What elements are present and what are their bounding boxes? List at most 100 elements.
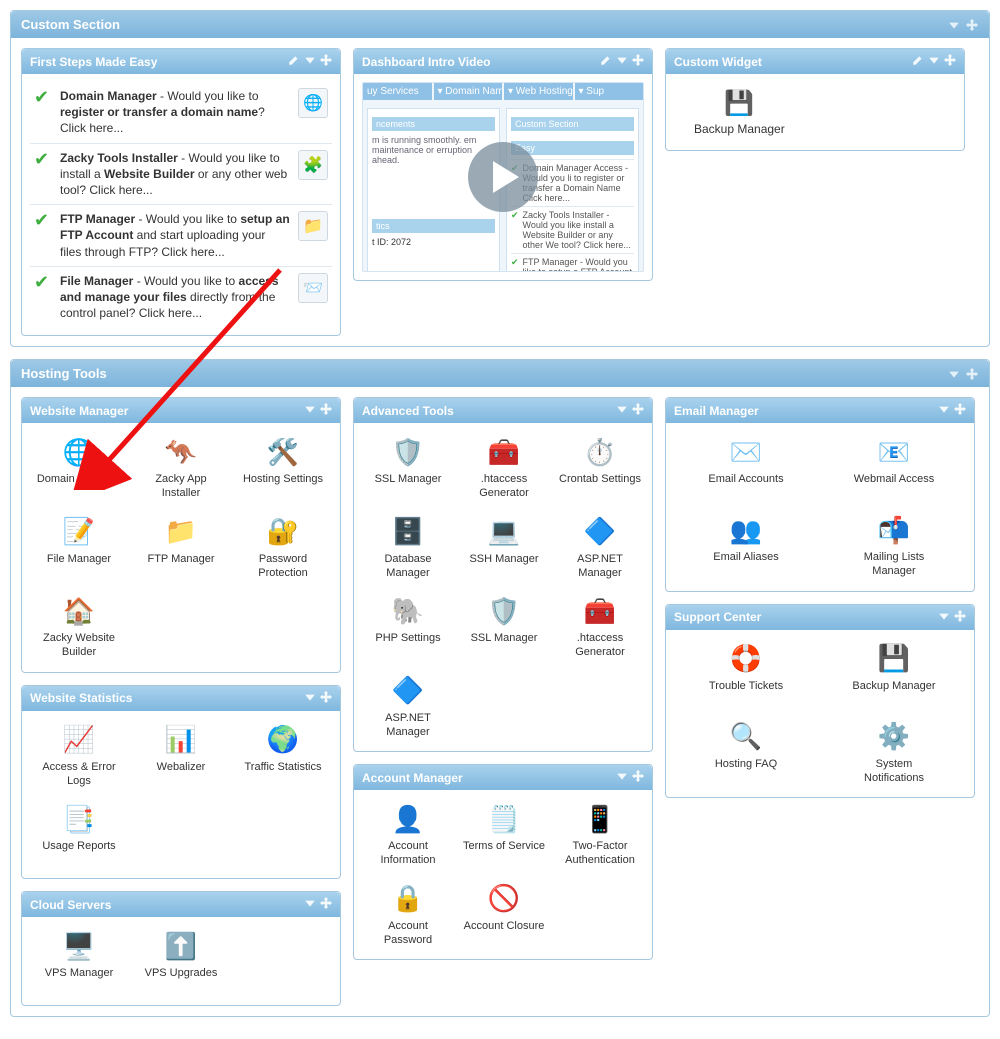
move-icon[interactable] — [632, 54, 644, 69]
email-accounts-tool[interactable]: ✉️Email Accounts — [700, 431, 792, 503]
files-icon: 📨 — [298, 273, 328, 303]
usage-reports-tool[interactable]: 📑Usage Reports — [33, 798, 125, 870]
collapse-icon[interactable] — [938, 403, 950, 418]
hosting-tools-header: Hosting Tools — [11, 360, 989, 387]
collapse-icon[interactable] — [304, 691, 316, 706]
move-icon[interactable] — [632, 770, 644, 785]
terms-of-service-tool[interactable]: 🗒️Terms of Service — [458, 798, 550, 872]
video-tab: uy Services — [363, 83, 432, 100]
gear-alert-icon: ⚙️ — [876, 720, 912, 754]
php-icon: 🐘 — [390, 594, 426, 628]
domain-manager-tool[interactable]: 🌐Domain Manager — [33, 431, 125, 505]
email-aliases-tool[interactable]: 👥Email Aliases — [700, 509, 792, 583]
two-factor-authentication-tool[interactable]: 📱Two-Factor Authentication — [554, 798, 646, 872]
custom-widget-header: Custom Widget — [666, 49, 964, 74]
hosting-settings-tool[interactable]: 🛠️Hosting Settings — [237, 431, 329, 505]
tool-label: Account Password — [364, 920, 452, 948]
bar-chart-icon: 📊 — [163, 723, 199, 757]
tool-label: Password Protection — [239, 553, 327, 581]
collapse-icon[interactable] — [928, 54, 940, 69]
edit-icon[interactable] — [912, 54, 924, 69]
envelope-open-icon: 📧 — [876, 435, 912, 469]
edit-icon[interactable] — [600, 54, 612, 69]
tool-label: Zacky App Installer — [137, 473, 225, 501]
collapse-icon[interactable] — [304, 403, 316, 418]
first-step-item[interactable]: ✔FTP Manager - Would you like to setup a… — [30, 204, 332, 266]
ssl-manager-tool[interactable]: 🛡️SSL Manager — [362, 431, 454, 505]
tool-label: Crontab Settings — [559, 473, 641, 499]
access-error-logs-tool[interactable]: 📈Access & Error Logs — [33, 719, 125, 793]
backup-manager-label: Backup Manager — [694, 122, 785, 136]
safe-icon: 🧰 — [486, 435, 522, 469]
tool-label: FTP Manager — [147, 553, 214, 579]
system-notifications-tool[interactable]: ⚙️System Notifications — [848, 716, 940, 790]
move-icon[interactable] — [320, 897, 332, 912]
email-manager-title: Email Manager — [674, 404, 759, 418]
collapse-icon[interactable] — [616, 54, 628, 69]
tool-label: Webalizer — [157, 761, 206, 787]
collapse-icon[interactable] — [304, 54, 316, 69]
move-icon[interactable] — [954, 610, 966, 625]
website-statistics-panel: Website Statistics 📈Access & Error Logs📊… — [21, 685, 341, 880]
-htaccess-generator-tool[interactable]: 🧰.htaccess Generator — [458, 431, 550, 505]
ftp-manager-tool[interactable]: 📁FTP Manager — [135, 511, 227, 585]
collapse-icon[interactable] — [938, 610, 950, 625]
website-statistics-title: Website Statistics — [30, 691, 132, 705]
move-icon[interactable] — [965, 18, 979, 32]
check-icon: ✔ — [34, 150, 52, 168]
move-icon[interactable] — [944, 54, 956, 69]
tool-label: Database Manager — [364, 553, 452, 581]
first-step-item[interactable]: ✔File Manager - Would you like to access… — [30, 266, 332, 328]
zacky-website-builder-tool[interactable]: 🏠Zacky Website Builder — [33, 590, 125, 664]
account-information-tool[interactable]: 👤Account Information — [362, 798, 454, 872]
webalizer-tool[interactable]: 📊 Webalizer — [135, 719, 227, 793]
account-password-tool[interactable]: 🔒Account Password — [362, 878, 454, 952]
vps-upgrades-tool[interactable]: ⬆️VPS Upgrades — [135, 925, 227, 997]
php-settings-tool[interactable]: 🐘PHP Settings — [362, 590, 454, 664]
hosting-faq-tool[interactable]: 🔍Hosting FAQ — [700, 716, 792, 790]
check-icon: ✔ — [34, 211, 52, 229]
ssh-manager-tool[interactable]: 💻SSH Manager — [458, 511, 550, 585]
backup-manager-widget[interactable]: 💾 Backup Manager — [674, 82, 805, 142]
file-manager-tool[interactable]: 📝File Manager — [33, 511, 125, 585]
envelope-list-icon: 📬 — [876, 513, 912, 547]
terminal-icon: 💻 — [486, 515, 522, 549]
file-pencil-icon: 📝 — [61, 515, 97, 549]
move-icon[interactable] — [320, 54, 332, 69]
-htaccess-generator-tool[interactable]: 🧰.htaccess Generator — [554, 590, 646, 664]
password-protection-tool[interactable]: 🔐Password Protection — [237, 511, 329, 585]
ssl-manager-tool[interactable]: 🛡️SSL Manager — [458, 590, 550, 664]
move-icon[interactable] — [965, 367, 979, 381]
collapse-icon[interactable] — [304, 897, 316, 912]
trouble-tickets-tool[interactable]: 🛟Trouble Tickets — [700, 638, 792, 710]
asp-net-manager-tool[interactable]: 🔷ASP.NET Manager — [554, 511, 646, 585]
video-preview[interactable]: uy Services▾ Domain Names▾ Web Hosting▾ … — [362, 82, 644, 272]
crontab-settings-tool[interactable]: ⏱️Crontab Settings — [554, 431, 646, 505]
collapse-icon[interactable] — [947, 18, 961, 32]
vps-manager-tool[interactable]: 🖥️VPS Manager — [33, 925, 125, 997]
first-step-item[interactable]: ✔Domain Manager - Would you like to regi… — [30, 82, 332, 143]
tool-label: Two-Factor Authentication — [556, 840, 644, 868]
person-icon: 👤 — [390, 802, 426, 836]
collapse-icon[interactable] — [947, 367, 961, 381]
move-icon[interactable] — [954, 403, 966, 418]
video-left-bar2: tics — [372, 219, 495, 233]
move-icon[interactable] — [320, 403, 332, 418]
drive-arrow-icon: 💾 — [722, 88, 756, 118]
asp-net-manager-tool[interactable]: 🔷ASP.NET Manager — [362, 670, 454, 744]
traffic-statistics-tool[interactable]: 🌍Traffic Statistics — [237, 719, 329, 793]
move-icon[interactable] — [320, 691, 332, 706]
first-step-item[interactable]: ✔Zacky Tools Installer - Would you like … — [30, 143, 332, 205]
mailing-lists-manager-tool[interactable]: 📬Mailing Lists Manager — [848, 509, 940, 583]
zacky-app-installer-tool[interactable]: 🦘Zacky App Installer — [135, 431, 227, 505]
custom-section-title: Custom Section — [21, 17, 947, 32]
database-manager-tool[interactable]: 🗄️Database Manager — [362, 511, 454, 585]
collapse-icon[interactable] — [616, 770, 628, 785]
webmail-access-tool[interactable]: 📧Webmail Access — [848, 431, 940, 503]
edit-icon[interactable] — [288, 54, 300, 69]
account-closure-tool[interactable]: 🚫Account Closure — [458, 878, 550, 952]
move-icon[interactable] — [632, 403, 644, 418]
backup-manager-tool[interactable]: 💾Backup Manager — [848, 638, 940, 710]
collapse-icon[interactable] — [616, 403, 628, 418]
play-icon[interactable] — [468, 142, 538, 212]
